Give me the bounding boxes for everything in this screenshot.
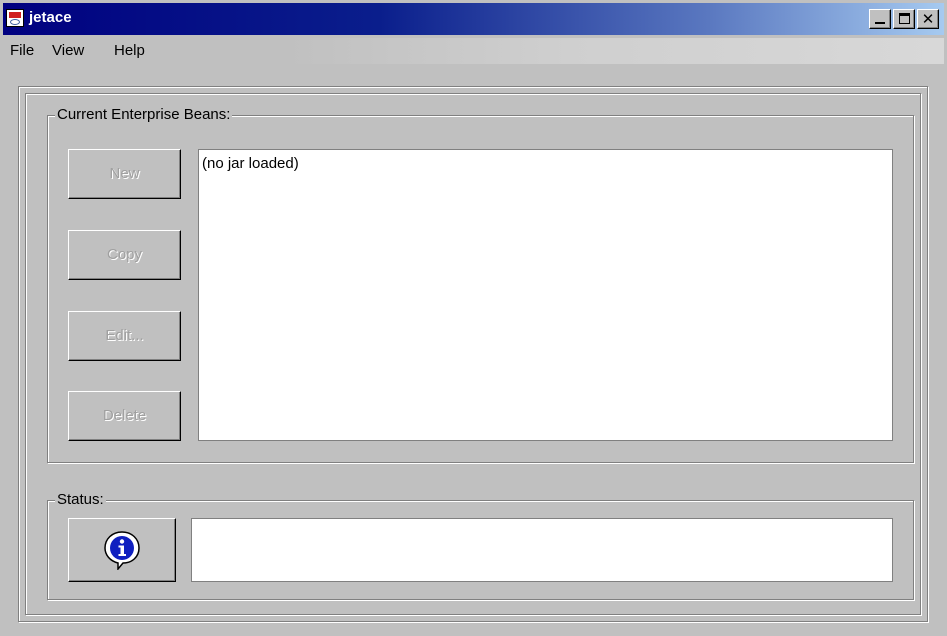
beans-list[interactable]: (no jar loaded) [198, 149, 893, 441]
menu-file[interactable]: File [10, 42, 34, 59]
close-button[interactable]: ✕ [917, 9, 939, 29]
application-window: jetace ✕ File View Help Current Enterpri… [0, 0, 947, 636]
status-group-label: Status: [55, 491, 106, 508]
java-app-icon[interactable] [6, 9, 24, 27]
window-title: jetace [29, 9, 72, 26]
maximize-button[interactable] [893, 9, 915, 29]
title-bar[interactable]: jetace ✕ [3, 3, 944, 35]
list-item[interactable]: (no jar loaded) [202, 155, 299, 172]
info-button[interactable] [68, 518, 176, 582]
status-text-field [191, 518, 893, 582]
edit-button[interactable]: Edit... [68, 311, 181, 361]
beans-group-label: Current Enterprise Beans: [55, 106, 233, 123]
menu-help[interactable]: Help [114, 42, 145, 59]
minimize-icon [875, 22, 885, 24]
delete-button[interactable]: Delete [68, 391, 181, 441]
new-button[interactable]: New [68, 149, 181, 199]
info-speech-bubble-icon [104, 531, 140, 570]
minimize-button[interactable] [869, 9, 891, 29]
close-icon: ✕ [921, 10, 935, 28]
menu-view[interactable]: View [52, 42, 84, 59]
copy-button[interactable]: Copy [68, 230, 181, 280]
maximize-icon [899, 13, 910, 24]
menu-bar: File View Help [3, 38, 944, 64]
